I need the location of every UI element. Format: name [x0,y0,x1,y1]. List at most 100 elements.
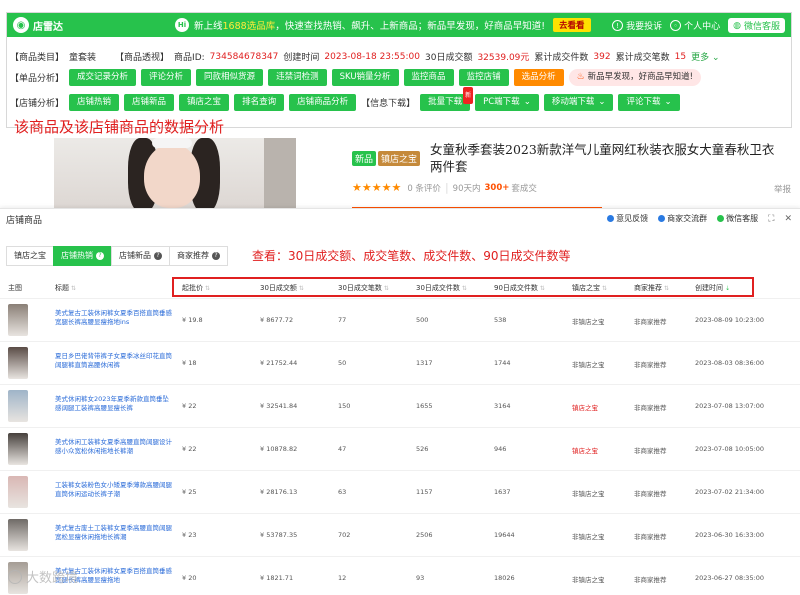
product-thumbnail[interactable] [8,347,28,379]
table-row[interactable]: 美式复古工装休闲裤女夏季百搭直筒垂感宽腿长裤高腰显瘦拖地 ¥ 20 ¥ 1821.7… [0,556,800,595]
close-icon[interactable]: ✕ [784,214,792,224]
feedback-icon [607,215,615,222]
cell-treasure: 镇店之宝 [572,447,598,455]
promo-pill-text: 新品早发现，好商品早知道! [587,72,694,82]
btn-pc-download[interactable]: PC端下载 ⌄ [475,94,539,111]
table-row[interactable]: 美式复古工装休闲裤女夏季百搭直筒垂感宽腿长裤高腰显瘦拖地ins ¥ 19.8 ¥ 8… [0,298,800,341]
background-door [264,138,296,212]
cell-treasure: 非镇店之宝 [572,490,605,498]
promo-pill[interactable]: ♨ 新品早发现，好商品早知道! [568,69,702,86]
btn-shop-product-analysis[interactable]: 店铺商品分析 [289,94,357,111]
table-row[interactable]: 美式复古废土工装裤女夏季高腰直筒阔腿宽松显瘦休闲拖地长裤潮 ¥ 23 ¥ 53787… [0,513,800,556]
col-title[interactable]: 标题 ⇅ [55,283,76,293]
count-label: 累计成交笔数 [615,53,670,63]
cell-recommend: 非商家推荐 [634,533,667,541]
user-icon: ◦ [670,20,682,31]
cell-price: ¥ 22 [182,402,197,410]
product-main-image[interactable] [54,138,296,212]
btn-shop-hot[interactable]: 店铺热销 [69,94,120,111]
product-thumbnail[interactable] [8,519,28,551]
btn-sku-sales[interactable]: SKU销量分析 [331,69,399,86]
cell-sales30: ¥ 8677.72 [260,316,294,324]
btn-batch-download[interactable]: 批量下载新 [420,87,474,111]
complaint-icon: ! [612,20,624,31]
help-icon[interactable]: ? [154,252,162,260]
product-thumbnail[interactable] [8,304,28,336]
wechat-icon: ◍ [733,20,741,31]
personal-center-link[interactable]: ◦ 个人中心 [670,19,720,32]
product-thumbnail[interactable] [8,476,28,508]
btn-rank-query[interactable]: 排名查询 [234,94,285,111]
more-link[interactable]: 更多 ⌄ [691,50,719,63]
btn-monitor-product[interactable]: 监控商品 [403,69,454,86]
product-title-link[interactable]: 美式休闲裤女2023年夏季新款直筒垂坠感阔腿工装裤高腰显瘦长裤 [55,395,175,413]
wechat-service-link[interactable]: 微信客服 [717,213,758,224]
btn-similar-source[interactable]: 同款相似货源 [196,69,264,86]
tag-treasure: 镇店之宝 [378,151,421,166]
cell-created: 2023-07-08 13:07:00 [695,402,765,410]
wechat-service-button[interactable]: ◍ 微信客服 [728,18,785,33]
tab-label: 店铺热销 [61,251,93,260]
cell-pieces90: 19644 [494,531,515,539]
logo-text: 店雷达 [33,21,63,33]
product-thumbnail[interactable] [8,433,28,465]
mobile-download-label: 移动端下载 [551,97,595,107]
btn-trade-record[interactable]: 成交记录分析 [69,69,137,86]
product-title-link[interactable]: 工装裤女装粉色女小矮夏季薄款高腰阔腿直筒休闲运动长裤子潮 [55,481,175,499]
review-count[interactable]: 0 条评价 [407,182,441,194]
table-row[interactable]: 美式休闲裤女2023年夏季新款直筒垂坠感阔腿工装裤高腰显瘦长裤 ¥ 22 ¥ 325… [0,384,800,427]
plugin-logo[interactable]: ◉ 店雷达 [13,17,63,33]
table-row[interactable]: 美式休闲工装裤女夏季高腰直筒阔腿设计感小众宽松休闲拖地长裤潮 ¥ 22 ¥ 1087… [0,427,800,470]
product-id-label: 商品ID: [174,53,205,63]
tab-shop-new[interactable]: 店铺新品? [111,246,170,266]
cell-treasure: 非镇店之宝 [572,361,605,369]
tab-merchant-recommend[interactable]: 商家推荐? [169,246,228,266]
highlight-box [172,277,754,297]
cell-treasure: 非镇店之宝 [572,533,605,541]
btn-banned-words[interactable]: 违禁词检测 [268,69,327,86]
btn-monitor-shop[interactable]: 监控店铺 [458,69,509,86]
table-row[interactable]: 工装裤女装粉色女小矮夏季薄款高腰阔腿直筒休闲运动长裤子潮 ¥ 25 ¥ 28176.… [0,470,800,513]
sales30-label: 30日成交额 [425,53,473,63]
new-badge: 新 [463,87,474,104]
product-title-link[interactable]: 夏日乡巴佬背带裤子女夏季冰丝印花直筒阔腿裤直筒高腰休闲裤 [55,352,175,370]
chevron-down-icon: ⌄ [598,97,606,107]
btn-review-download[interactable]: 评论下载 ⌄ [618,94,680,111]
tab-treasure[interactable]: 镇店之宝 [6,246,54,266]
cell-pieces30: 2506 [416,531,433,539]
product-title-link[interactable]: 美式休闲工装裤女夏季高腰直筒阔腿设计感小众宽松休闲拖地长裤潮 [55,438,175,456]
btn-mobile-download[interactable]: 移动端下载 ⌄ [543,94,614,111]
btn-review-analysis[interactable]: 评论分析 [141,69,192,86]
cell-sales30: ¥ 28176.13 [260,488,298,496]
category-label: 【商品类目】 [10,53,65,63]
shop-analysis-label: 【店铺分析】 [10,99,65,109]
cell-created: 2023-06-30 16:33:00 [695,531,765,539]
watermark: 大数跨境 [8,567,78,586]
merchant-group-text: 商家交流群 [667,214,708,223]
feedback-link[interactable]: ! 我要投诉 [612,19,662,32]
popup-header: 店铺商品 意见反馈 商家交流群 微信客服 ⛶ ✕ [0,209,800,229]
page-top-strip [0,0,800,12]
product-thumbnail[interactable] [8,390,28,422]
btn-selection-analysis[interactable]: 选品分析 [513,69,564,86]
tab-shop-hot[interactable]: 店铺热销? [53,246,112,266]
feedback-button[interactable]: 意见反馈 [607,213,648,224]
qty-label: 累计成交件数 [534,53,589,63]
cell-treasure: 非镇店之宝 [572,576,605,584]
cell-pieces90: 946 [494,445,507,453]
btn-shop-new[interactable]: 店铺新品 [124,94,175,111]
report-link[interactable]: 举报 [774,183,791,195]
table-row[interactable]: 夏日乡巴佬背带裤子女夏季冰丝印花直筒阔腿裤直筒高腰休闲裤 ¥ 18 ¥ 21752.… [0,341,800,384]
go-look-button[interactable]: 去看看 [553,18,591,32]
btn-shop-treasure[interactable]: 镇店之宝 [179,94,230,111]
cell-pieces30: 1157 [416,488,433,496]
product-id-value[interactable]: 734584678347 [210,52,279,62]
product-title-link[interactable]: 美式复古工装休闲裤女夏季百搭直筒垂感宽腿长裤高腰显瘦拖地ins [55,309,175,327]
merchant-group-button[interactable]: 商家交流群 [658,213,707,224]
help-icon[interactable]: ? [96,252,104,260]
product-title-link[interactable]: 美式复古废土工装裤女夏季高腰直筒阔腿宽松显瘦休闲拖地长裤潮 [55,524,175,542]
cell-price: ¥ 23 [182,531,197,539]
expand-icon[interactable]: ⛶ [768,214,774,224]
cell-pieces30: 1655 [416,402,433,410]
help-icon[interactable]: ? [212,252,220,260]
